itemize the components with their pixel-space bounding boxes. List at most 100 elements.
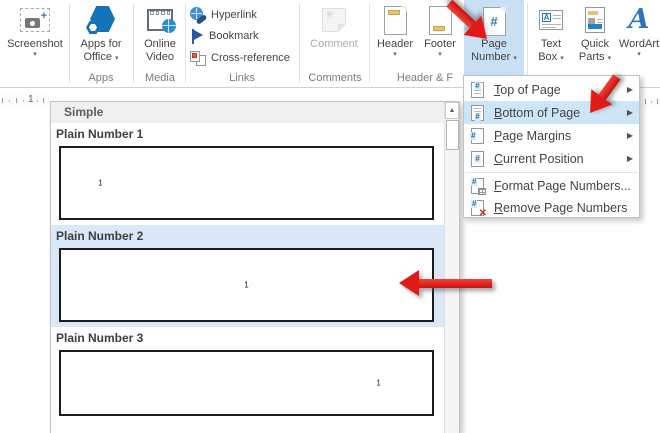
screenshot-label: Screenshot <box>7 38 63 50</box>
comment-icon: ✳ <box>302 2 366 38</box>
group-label-header-footer: Header & F <box>396 72 454 84</box>
hyperlink-icon <box>190 7 208 25</box>
group-separator <box>133 3 134 83</box>
apps-for-office-button[interactable]: Apps for Office ▾ <box>72 2 130 72</box>
bookmark-button[interactable]: Bookmark <box>190 26 259 46</box>
page-preview: 1 <box>59 248 434 322</box>
quick-parts-icon <box>572 2 618 38</box>
chevron-down-icon: ▾ <box>607 55 612 62</box>
chevron-down-icon: ▾ <box>637 51 641 58</box>
menu-item-page-margins[interactable]: # Page Margins ▶ <box>464 124 639 147</box>
ruler-left: 1 <box>0 93 49 107</box>
submenu-arrow-icon: ▶ <box>626 85 633 94</box>
apps-line2: Office ▾ <box>83 51 119 63</box>
bookmark-icon <box>190 28 204 44</box>
preview-page-number: 1 <box>376 378 381 388</box>
menu-item-label: Format Page Numbers... <box>494 179 631 193</box>
chevron-down-icon: ▾ <box>438 51 442 58</box>
chevron-down-icon: ▾ <box>115 55 119 62</box>
preview-page-number: 1 <box>244 280 249 290</box>
text-box-button[interactable]: A Text Box ▾ <box>530 2 572 72</box>
gallery-item-title: Plain Number 3 <box>56 331 144 345</box>
chevron-down-icon: ▾ <box>33 51 37 58</box>
group-separator <box>369 3 370 83</box>
quick-parts-line2: Parts ▾ <box>578 51 612 63</box>
group-label-links: Links <box>229 72 255 84</box>
video-line2: Video <box>146 51 174 63</box>
online-video-icon <box>136 2 184 38</box>
bottom-of-page-icon: # <box>471 104 484 121</box>
screenshot-icon: + <box>4 2 66 38</box>
ruler-right-fragment <box>643 96 660 110</box>
group-label-comments: Comments <box>308 72 362 84</box>
gallery-item-plain-number-3[interactable]: Plain Number 3 1 <box>51 327 444 421</box>
comment-button: ✳ Comment <box>302 2 366 72</box>
header-icon <box>372 2 418 38</box>
current-position-icon: # <box>471 150 484 167</box>
group-separator <box>69 3 70 83</box>
menu-item-label: Page Margins <box>494 128 572 143</box>
menu-item-current-position[interactable]: # Current Position ▶ <box>464 147 639 170</box>
page-preview: 1 <box>59 146 434 220</box>
scrollbar-up-arrow[interactable]: ▲ <box>445 102 459 119</box>
page-number-line2: Number ▾ <box>471 51 517 63</box>
footer-label: Footer <box>424 38 456 50</box>
menu-item-label: Remove Page Numbers <box>494 201 628 215</box>
menu-separator <box>465 172 638 173</box>
gallery-section-title: Simple <box>51 102 459 123</box>
page-margins-icon: # <box>470 127 484 144</box>
hyperlink-label: Hyperlink <box>211 9 257 21</box>
menu-item-label: Current Position <box>494 151 584 166</box>
star-glyph: ✳ <box>325 9 335 21</box>
menu-item-format-page-numbers[interactable]: # Format Page Numbers... <box>464 175 639 197</box>
group-label-apps: Apps <box>88 72 114 84</box>
group-separator <box>299 3 300 83</box>
menu-item-label: Bottom of Page <box>494 105 581 120</box>
text-box-line2: Box ▾ <box>538 51 564 63</box>
quick-parts-line1: Quick <box>580 38 610 50</box>
wordart-label: WordArt <box>618 38 660 50</box>
gallery-item-title: Plain Number 2 <box>56 229 144 243</box>
ruler-number: 1 <box>28 94 34 105</box>
gallery-item-plain-number-2[interactable]: Plain Number 2 1 <box>51 225 444 327</box>
hyperlink-button[interactable]: Hyperlink <box>190 5 257 25</box>
gallery-body: Plain Number 1 1 Plain Number 2 1 Plain … <box>51 123 444 433</box>
submenu-arrow-icon: ▶ <box>626 131 633 140</box>
group-label-media: Media <box>145 72 175 84</box>
gallery-item-plain-number-1[interactable]: Plain Number 1 1 <box>51 123 444 225</box>
comment-label: Comment <box>310 38 358 50</box>
wordart-icon: A <box>628 4 650 35</box>
quick-parts-button[interactable]: Quick Parts ▾ <box>572 2 618 72</box>
header-button[interactable]: Header ▾ <box>372 2 418 72</box>
wordart-button[interactable]: A WordArt ▾ <box>618 2 660 72</box>
scrollbar-thumb[interactable] <box>446 120 459 150</box>
submenu-arrow-icon: ▶ <box>626 154 633 163</box>
apps-for-office-icon <box>72 2 130 38</box>
text-box-line1: Text <box>540 38 562 50</box>
format-page-numbers-icon: # <box>471 178 486 195</box>
group-separator <box>527 3 528 83</box>
menu-item-remove-page-numbers[interactable]: # ✕ Remove Page Numbers <box>464 197 639 219</box>
submenu-arrow-icon: ▶ <box>626 108 633 117</box>
menu-item-label: Top of Page <box>494 82 561 97</box>
top-of-page-icon: # <box>471 81 484 98</box>
gallery-item-title: Plain Number 1 <box>56 127 144 141</box>
chevron-down-icon: ▾ <box>393 51 397 58</box>
cross-reference-icon <box>190 50 206 66</box>
bookmark-label: Bookmark <box>209 30 259 42</box>
video-line1: Online <box>144 38 176 50</box>
menu-item-bottom-of-page[interactable]: # Bottom of Page ▶ <box>464 101 639 124</box>
apps-line1: Apps for <box>80 38 122 50</box>
gallery-scrollbar[interactable]: ▲ <box>444 102 459 433</box>
cross-reference-label: Cross-reference <box>211 52 290 64</box>
screenshot-button[interactable]: + Screenshot ▾ <box>4 2 66 72</box>
annotation-arrow-plain-number-2 <box>399 270 492 296</box>
chevron-down-icon: ▾ <box>513 55 517 62</box>
plus-glyph: + <box>40 10 47 22</box>
page-preview: 1 <box>59 350 434 416</box>
remove-page-numbers-icon: # ✕ <box>471 199 487 219</box>
group-separator <box>185 3 186 83</box>
page-number-gallery: Simple Plain Number 1 1 Plain Number 2 1… <box>50 101 460 433</box>
cross-reference-button[interactable]: Cross-reference <box>190 48 290 68</box>
online-video-button[interactable]: Online Video <box>136 2 184 72</box>
